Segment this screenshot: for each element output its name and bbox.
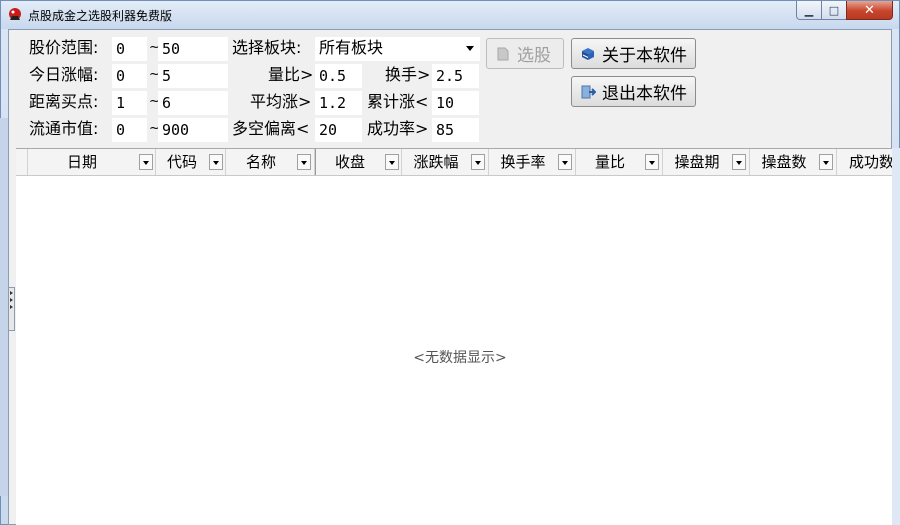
today-change-label: 今日涨幅: [29,65,99,84]
chevron-down-icon[interactable] [645,154,659,170]
avg-rise-label: 平均涨> [250,92,312,111]
price-range-label: 股价范围: [29,38,99,57]
col-turnover-rate-label: 换手率 [500,153,546,171]
close-button[interactable]: ✕ [846,1,893,20]
volume-ratio-label: 量比> [268,65,314,84]
exit-label: 退出本软件 [602,84,687,104]
col-name-label: 名称 [245,153,276,171]
chevron-down-icon[interactable] [297,154,311,170]
price-min-input[interactable]: 0 [112,37,147,61]
app-logo-icon [9,8,21,20]
col-name[interactable]: 名称 [226,149,315,175]
sector-label: 选择板块: [232,38,302,57]
col-trade-count[interactable]: 操盘数 [750,149,837,175]
col-close[interactable]: 收盘 [315,149,402,175]
select-stock-button[interactable]: 选股 [486,38,564,69]
exit-door-icon [581,85,596,98]
arrow-right-icon [10,305,13,309]
sector-select-value: 所有板块 [319,38,384,57]
success-rate-input[interactable]: 85 [432,118,479,142]
empty-state-text: <无数据显示> [413,350,507,366]
col-volume-ratio[interactable]: 量比 [576,149,663,175]
col-date[interactable]: 日期 [28,149,156,175]
arrow-right-icon [10,298,13,302]
col-success-count-label: 成功数 [849,153,892,171]
chevron-down-icon[interactable] [385,154,399,170]
buy-distance-label: 距离买点: [29,92,99,111]
window-title: 点股成金之选股利器免费版 [28,9,173,23]
col-code[interactable]: 代码 [156,149,226,175]
distance-max-input[interactable]: 6 [158,91,228,115]
col-trade-period[interactable]: 操盘期 [663,149,750,175]
float-cap-label: 流通市值: [29,119,99,138]
document-icon [497,47,509,60]
success-rate-label: 成功率> [367,119,429,138]
chevron-down-icon[interactable] [139,154,153,170]
grid-row-indicator [16,149,28,175]
select-stock-label: 选股 [517,46,551,66]
cumulative-rise-label: 累计涨< [367,92,429,111]
bias-input[interactable]: 20 [315,118,362,142]
col-success-count[interactable]: 成功数 [837,149,892,175]
change-min-input[interactable]: 0 [112,64,147,88]
chevron-down-icon[interactable] [732,154,746,170]
results-grid[interactable]: 日期 代码 名称 收盘 涨跌幅 换手率 量比 操盘期 操盘数 成功数 <无数据显… [16,148,892,525]
chevron-down-icon[interactable] [558,154,572,170]
title-bar[interactable]: 点股成金之选股利器免费版 ▁ □ ✕ [1,1,899,29]
distance-min-input[interactable]: 1 [112,91,147,115]
volume-ratio-input[interactable]: 0.5 [315,64,362,88]
price-max-input[interactable]: 50 [158,37,228,61]
minimize-button[interactable]: ▁ [796,1,822,20]
book-icon [582,47,594,60]
col-volume-ratio-label: 量比 [594,153,625,171]
cumulative-rise-input[interactable]: 10 [432,91,479,115]
arrow-right-icon [10,291,13,295]
exit-button[interactable]: 退出本软件 [571,76,696,107]
col-date-label: 日期 [66,153,97,171]
grid-header: 日期 代码 名称 收盘 涨跌幅 换手率 量比 操盘期 操盘数 成功数 [16,149,892,176]
sector-select[interactable]: 所有板块 [315,37,480,61]
col-trade-count-label: 操盘数 [761,153,807,171]
chevron-down-icon [466,46,474,51]
col-trade-period-label: 操盘期 [674,153,720,171]
chevron-down-icon[interactable] [471,154,485,170]
cap-max-input[interactable]: 900 [158,118,228,142]
chevron-down-icon[interactable] [819,154,833,170]
window-right-border [892,148,900,525]
cap-min-input[interactable]: 0 [112,118,147,142]
turnover-input[interactable]: 2.5 [432,64,479,88]
bias-label: 多空偏离< [232,119,310,138]
splitter-handle[interactable] [8,287,15,331]
col-code-label: 代码 [166,153,197,171]
about-label: 关于本软件 [602,46,687,66]
maximize-button[interactable]: □ [821,1,847,20]
chevron-down-icon[interactable] [209,154,223,170]
change-max-input[interactable]: 5 [158,64,228,88]
col-turnover-rate[interactable]: 换手率 [489,149,576,175]
avg-rise-input[interactable]: 1.2 [315,91,362,115]
col-close-label: 收盘 [334,153,365,171]
about-button[interactable]: 关于本软件 [571,38,696,69]
left-splitter[interactable] [0,118,8,496]
col-change-pct[interactable]: 涨跌幅 [402,149,489,175]
col-change-pct-label: 涨跌幅 [413,153,459,171]
turnover-label: 换手> [385,65,431,84]
